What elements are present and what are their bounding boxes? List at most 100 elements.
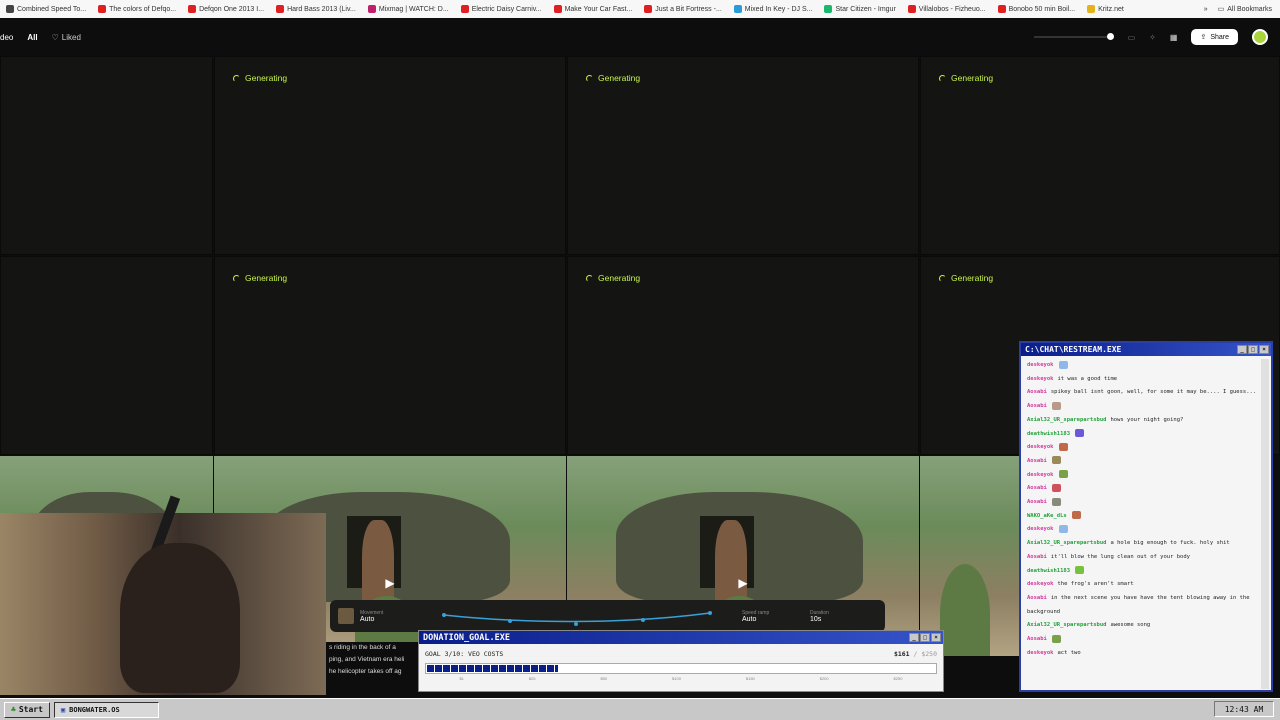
avatar[interactable] (1252, 29, 1268, 45)
chevron-right-icon[interactable]: » (1204, 6, 1208, 13)
speed-ramp-select[interactable]: Speed ramp Auto (742, 610, 804, 623)
chat-username[interactable]: deathwish1183 (1027, 431, 1070, 437)
bookmark-item[interactable]: Mixmag | WATCH: D... (362, 0, 455, 18)
share-button[interactable]: ⇪ Share (1191, 29, 1238, 45)
taskbar-item[interactable]: ▣ BONGWATER.OS (53, 701, 159, 718)
crosshair-icon[interactable]: ✧ (1149, 33, 1156, 42)
speed-curve[interactable] (438, 605, 728, 627)
bookmark-item[interactable]: Electric Daisy Carniv... (455, 0, 548, 18)
minimize-button[interactable]: _ (909, 633, 919, 642)
generating-status: Generating (233, 273, 287, 283)
chat-username[interactable]: Aosabi (1027, 389, 1047, 395)
chat-username[interactable]: Axial32_UR_sparepartsbud (1027, 540, 1106, 546)
donation-titlebar[interactable]: DONATION_GOAL.EXE _ □ × (419, 631, 943, 644)
chat-username[interactable]: WAKO_aKe_dLs (1027, 513, 1067, 519)
bookmark-item[interactable]: Defqon One 2013 I... (182, 0, 270, 18)
bookmark-item[interactable]: Kritz.net (1081, 0, 1130, 18)
emote-icon (1051, 456, 1061, 465)
grid-cell[interactable] (0, 256, 213, 455)
favicon-icon (1087, 5, 1096, 13)
chat-message: Axial32_UR_sparepartsbud awesome song (1027, 619, 1259, 633)
bookmark-item[interactable]: The colors of Defqo... (92, 0, 182, 18)
webcam-feed (0, 495, 326, 695)
chat-username[interactable]: Aosabi (1027, 554, 1047, 560)
grid-cell-generating[interactable]: Generating (214, 56, 566, 255)
chat-username[interactable]: Axial32_UR_sparepartsbud (1027, 417, 1106, 423)
filter-video[interactable]: deo (0, 33, 13, 42)
bookmark-item[interactable]: Bonobo 50 min Boil... (992, 0, 1082, 18)
start-label: Start (18, 705, 43, 714)
all-bookmarks-button[interactable]: ▭ All Bookmarks (1218, 5, 1272, 14)
chat-username[interactable]: deskeyok (1027, 581, 1054, 587)
chat-username[interactable]: Aosabi (1027, 403, 1047, 409)
maximize-button[interactable]: □ (1248, 345, 1258, 354)
motion-controls: Movement Auto Speed ramp Auto Duration 1… (330, 600, 885, 632)
chat-username[interactable]: Aosabi (1027, 595, 1047, 601)
duration-select[interactable]: Duration 10s (810, 610, 860, 623)
donation-progress-bar (425, 663, 937, 674)
close-button[interactable]: × (931, 633, 941, 642)
play-icon[interactable]: ▶ (738, 576, 747, 590)
emote-icon (1071, 511, 1081, 520)
bookmark-item[interactable]: Mixed In Key - DJ S... (728, 0, 819, 18)
slider-knob[interactable] (1106, 33, 1114, 40)
chat-text: act two (1057, 649, 1081, 656)
grid-icon[interactable]: ▦ (1170, 33, 1178, 42)
movement-value: Auto (360, 615, 375, 623)
grid-cell-generating[interactable]: Generating (567, 256, 919, 455)
spinner-icon (586, 74, 593, 82)
chat-text: spikey ball isnt goon, well, for some it… (1050, 389, 1257, 396)
movement-select[interactable]: Movement Auto (360, 610, 420, 623)
chat-window: C:\CHAT\RESTREAM.EXE _ □ × deskeyok deske… (1019, 341, 1273, 692)
bookmark-label: Hard Bass 2013 (Liv... (287, 5, 356, 13)
chat-username[interactable]: deskeyok (1027, 362, 1054, 368)
grid-cell-generating[interactable]: Generating (567, 56, 919, 255)
maximize-button[interactable]: □ (920, 633, 930, 642)
bookmark-item[interactable]: Star Citizen - Imgur (818, 0, 901, 18)
minimize-button[interactable]: _ (1237, 345, 1247, 354)
chat-username[interactable]: deskeyok (1027, 650, 1054, 656)
chat-username[interactable]: deskeyok (1027, 472, 1054, 478)
video-thumbnail[interactable] (920, 456, 1020, 656)
filter-all[interactable]: All (27, 33, 37, 42)
chat-message: deskeyok it was a good time (1027, 373, 1259, 387)
grid-cell[interactable] (0, 56, 213, 255)
grid-cell-generating[interactable]: Generating (920, 56, 1280, 255)
play-icon[interactable]: ▶ (385, 576, 394, 590)
chat-username[interactable]: Aosabi (1027, 485, 1047, 491)
donation-progress-fill (427, 665, 559, 672)
start-button[interactable]: ♣ Start (4, 701, 50, 718)
chat-username[interactable]: Aosabi (1027, 458, 1047, 464)
zoom-slider[interactable] (1033, 33, 1114, 40)
grid-cell-generating[interactable]: Generating (214, 256, 566, 455)
chat-title: C:\CHAT\RESTREAM.EXE (1025, 345, 1122, 354)
bookmark-item[interactable]: Hard Bass 2013 (Liv... (270, 0, 362, 18)
chat-username[interactable]: deskeyok (1027, 376, 1054, 382)
chat-username[interactable]: Axial32_UR_sparepartsbud (1027, 622, 1106, 628)
chat-username[interactable]: Aosabi (1027, 636, 1047, 642)
favicon-icon (188, 5, 197, 13)
chat-titlebar[interactable]: C:\CHAT\RESTREAM.EXE _ □ × (1021, 343, 1271, 356)
chat-message: deskeyok the frog's aren't smart (1027, 578, 1259, 592)
donation-raised: $161 (893, 650, 910, 658)
caption-line: ping, and Vietnam era heli (329, 656, 405, 663)
bookmark-item[interactable]: Villalobos - Fizheuo... (902, 0, 992, 18)
frame-icon[interactable]: ▭ (1128, 33, 1136, 42)
close-button[interactable]: × (1259, 345, 1269, 354)
chat-message: Aosabi it'll blow the lung clean out of y… (1027, 551, 1259, 565)
bookmark-item[interactable]: Combined Speed To... (0, 0, 92, 18)
chat-message: Aosabi spikey ball isnt goon, well, for s… (1027, 386, 1259, 400)
preset-thumbnail[interactable] (338, 608, 354, 624)
bookmark-item[interactable]: Just a Bit Fortress -... (638, 0, 728, 18)
chat-username[interactable]: deskeyok (1027, 444, 1054, 450)
chat-username[interactable]: deskeyok (1027, 526, 1054, 532)
bookmark-item[interactable]: Make Your Car Fast... (548, 0, 639, 18)
favicon-icon (644, 5, 653, 13)
chat-username[interactable]: Aosabi (1027, 499, 1047, 505)
filter-liked[interactable]: ♡ Liked (52, 33, 81, 42)
generating-status: Generating (586, 73, 640, 83)
app-toolbar: deo All ♡ Liked ▭ ✧ ▦ ⇪ Share (0, 18, 1280, 56)
speed-ramp-value: Auto (742, 615, 757, 623)
chat-scrollbar[interactable] (1261, 359, 1269, 689)
chat-username[interactable]: deathwish1183 (1027, 568, 1070, 574)
